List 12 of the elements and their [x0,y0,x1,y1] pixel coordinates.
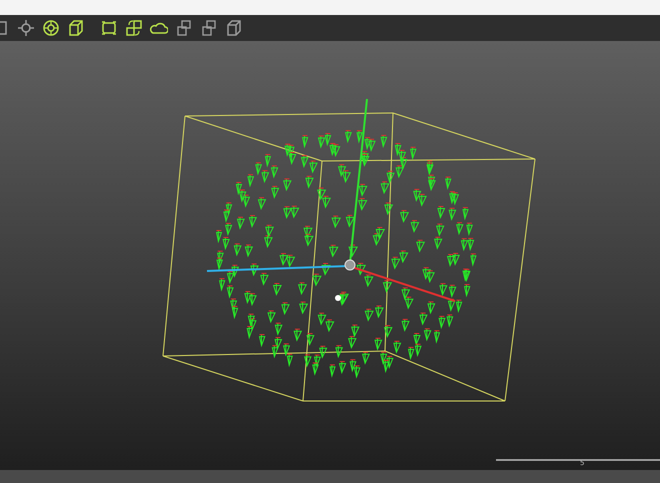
timeline-track[interactable] [496,459,660,461]
cube-icon[interactable] [67,19,85,37]
pivot-icon [344,260,356,270]
target-icon[interactable] [42,19,60,37]
pivot-dot [335,295,341,301]
cube-icon[interactable] [225,19,243,37]
stack-icon[interactable] [175,19,193,37]
group-icon[interactable] [100,19,118,37]
stack-icon[interactable] [200,19,218,37]
swap-icon[interactable] [125,19,143,37]
move-icon[interactable] [17,19,35,37]
viewport[interactable] [0,41,660,470]
